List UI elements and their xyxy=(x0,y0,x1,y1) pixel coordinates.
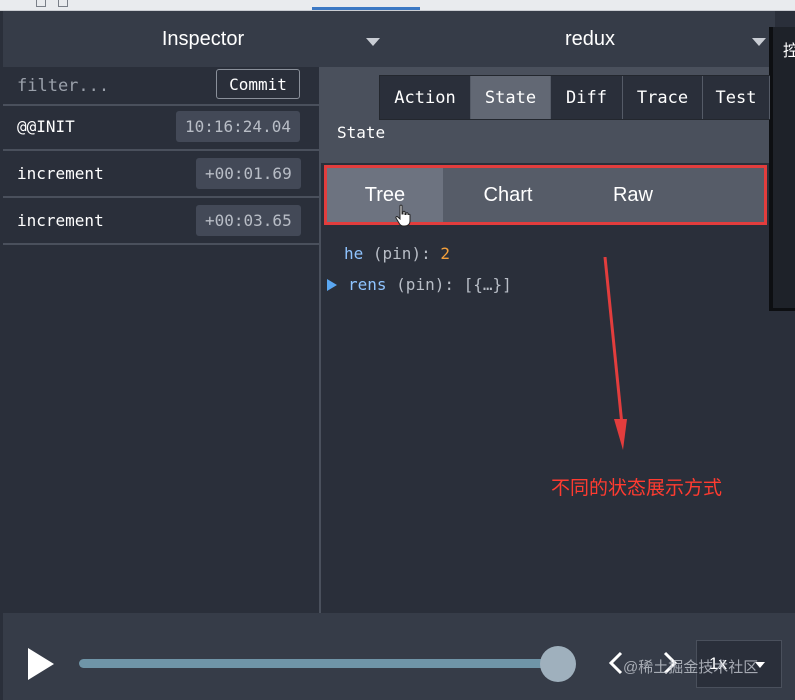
action-name: @@INIT xyxy=(17,117,75,136)
overlapping-window-edge: 控 xyxy=(769,27,795,311)
action-timestamp: +00:01.69 xyxy=(196,158,301,189)
tree-node-expandable[interactable]: rens (pin): [{…}] xyxy=(321,275,512,294)
watermark: @稀土掘金技术社区 xyxy=(623,659,759,676)
slider-handle[interactable] xyxy=(540,646,576,682)
filter-input[interactable]: filter... xyxy=(17,76,109,96)
tree-pin-tag: (pin): xyxy=(372,244,431,263)
tree-key: rens xyxy=(348,275,387,294)
play-icon[interactable] xyxy=(28,648,54,680)
detail-tabs: Action State Diff Trace Test xyxy=(379,75,770,120)
tab-action[interactable]: Action xyxy=(380,76,471,119)
annotation-text: 不同的状态展示方式 xyxy=(551,478,723,499)
tree-value: [{…}] xyxy=(463,275,512,294)
playback-bar: 1x @稀土掘金技术社区 xyxy=(3,613,795,700)
action-timestamp: 10:16:24.04 xyxy=(176,111,300,142)
tab-state[interactable]: State xyxy=(471,76,551,119)
action-name: increment xyxy=(17,211,104,230)
active-tab-indicator xyxy=(312,7,420,10)
red-arrow-annotation xyxy=(603,257,627,450)
tree-key: he xyxy=(344,244,364,263)
inspector-detail-pane: Action State Diff Trace Test State Tree … xyxy=(321,67,770,613)
window-control-icon xyxy=(58,0,68,7)
window-top-strip xyxy=(0,0,795,11)
subtab-chart[interactable]: Chart xyxy=(443,168,573,222)
hand-cursor-icon xyxy=(395,204,411,227)
action-timestamp: +00:03.65 xyxy=(196,205,301,236)
action-item-increment[interactable]: increment +00:01.69 xyxy=(3,151,319,198)
store-title: redux xyxy=(564,27,616,50)
window-control-icon xyxy=(36,0,46,7)
timeline-slider[interactable] xyxy=(79,659,557,668)
state-view-tabs: Tree Chart Raw xyxy=(324,165,767,227)
section-label: State xyxy=(337,123,386,142)
tree-node[interactable]: he (pin): 2 xyxy=(344,244,450,263)
tree-value: 2 xyxy=(440,244,450,263)
action-item-init[interactable]: @@INIT 10:16:24.04 xyxy=(3,104,319,151)
monitor-header: Inspector redux xyxy=(3,11,775,67)
tab-diff[interactable]: Diff xyxy=(551,76,623,119)
action-item-increment[interactable]: increment +00:03.65 xyxy=(3,198,319,245)
filter-row: filter... Commit xyxy=(3,67,319,106)
chevron-down-icon[interactable] xyxy=(366,38,380,46)
subtab-raw[interactable]: Raw xyxy=(573,168,693,222)
tree-pin-tag: (pin): xyxy=(396,275,454,294)
inspector-title: Inspector xyxy=(161,27,245,50)
store-select[interactable]: redux xyxy=(403,11,777,67)
action-name: increment xyxy=(17,164,104,183)
window-edge-glyph: 控 xyxy=(783,43,795,60)
tab-trace[interactable]: Trace xyxy=(623,76,703,119)
detail-header: Action State Diff Trace Test State xyxy=(321,67,770,163)
tab-test[interactable]: Test xyxy=(703,76,770,119)
subtab-tree[interactable]: Tree xyxy=(327,168,443,222)
expand-arrow-icon[interactable] xyxy=(327,279,337,291)
chevron-down-icon[interactable] xyxy=(752,38,766,46)
commit-button[interactable]: Commit xyxy=(216,69,300,99)
action-list-pane: filter... Commit @@INIT 10:16:24.04 incr… xyxy=(3,67,321,613)
inspector-monitor-select[interactable]: Inspector xyxy=(3,11,403,67)
